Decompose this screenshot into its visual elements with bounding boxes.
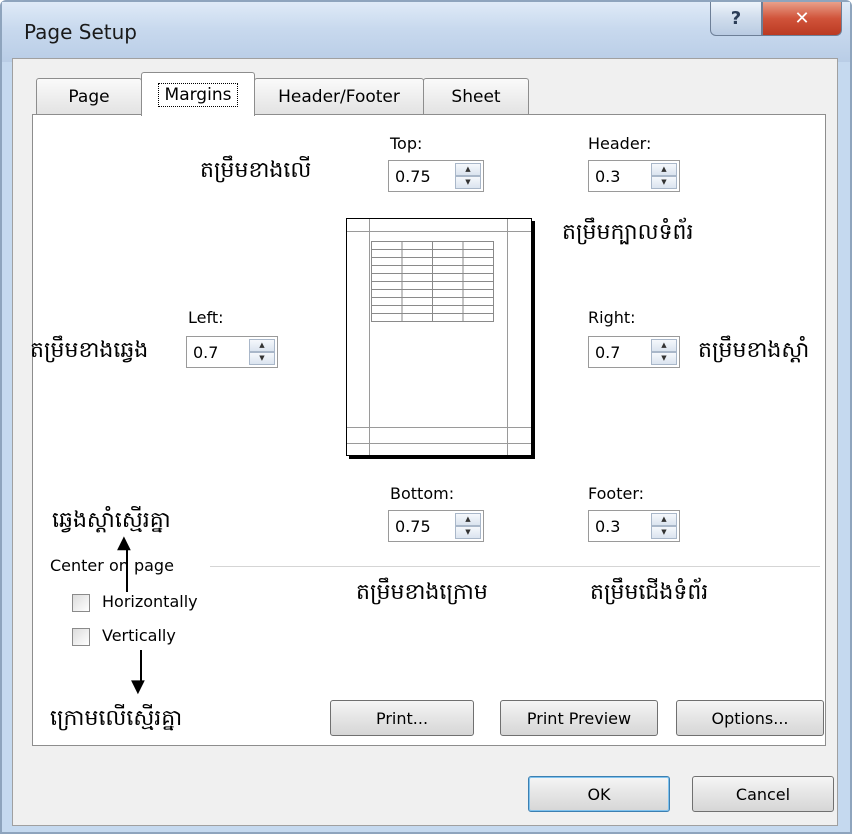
vertically-checkbox[interactable] [72, 628, 90, 646]
center-horizontal-annotation: ឆ្វេងស្តាំស្មើរគ្នា [52, 508, 171, 533]
spin-up-icon[interactable]: ▲ [455, 513, 481, 526]
horizontally-label[interactable]: Horizontally [102, 592, 198, 611]
spin-down-icon[interactable]: ▼ [651, 352, 677, 365]
spin-down-icon[interactable]: ▼ [455, 526, 481, 539]
spin-down-icon[interactable]: ▼ [651, 526, 677, 539]
header-label: Header: [588, 134, 652, 153]
right-margin-spinner[interactable]: 0.7 ▲ ▼ [588, 336, 680, 368]
options-button[interactable]: Options... [676, 700, 824, 736]
page-preview [346, 218, 532, 456]
ok-button-label: OK [587, 784, 611, 804]
right-annotation: តម្រឹមខាងស្តាំ [698, 338, 810, 363]
header-margin-spinner[interactable]: 0.3 ▲ ▼ [588, 160, 680, 192]
top-label: Top: [390, 134, 423, 153]
center-on-page-separator [210, 566, 820, 567]
spin-up-icon[interactable]: ▲ [651, 513, 677, 526]
margins-content: Top: តម្រឹមខាងលើ 0.75 ▲ ▼ Header: 0.3 ▲ ▼ … [0, 0, 856, 838]
bottom-label: Bottom: [390, 484, 455, 503]
spin-up-icon[interactable]: ▲ [455, 163, 481, 176]
left-margin-value: 0.7 [193, 343, 219, 362]
header-margin-value: 0.3 [595, 167, 621, 186]
spin-down-icon[interactable]: ▼ [651, 176, 677, 189]
footer-label: Footer: [588, 484, 645, 503]
vertically-label[interactable]: Vertically [102, 626, 176, 645]
header-annotation: តម្រឹមក្បាលទំព័រ [562, 220, 694, 245]
footer-margin-spinner[interactable]: 0.3 ▲ ▼ [588, 510, 680, 542]
print-button[interactable]: Print... [330, 700, 474, 736]
footer-annotation: តម្រឹមជើងទំព័រ [590, 580, 709, 605]
arrow-up-icon: ▲ [117, 532, 131, 553]
arrow-down-icon: ▼ [131, 676, 145, 697]
left-margin-spinner[interactable]: 0.7 ▲ ▼ [186, 336, 278, 368]
bottom-margin-spinner[interactable]: 0.75 ▲ ▼ [388, 510, 484, 542]
spin-up-icon[interactable]: ▲ [249, 339, 275, 352]
right-margin-value: 0.7 [595, 343, 621, 362]
horizontally-checkbox[interactable] [72, 594, 90, 612]
left-annotation: តម្រឹមខាងឆ្វេង [30, 338, 149, 363]
right-label: Right: [588, 308, 636, 327]
top-margin-spinner[interactable]: 0.75 ▲ ▼ [388, 160, 484, 192]
spin-down-icon[interactable]: ▼ [249, 352, 275, 365]
cancel-button[interactable]: Cancel [692, 776, 834, 812]
print-button-label: Print... [375, 708, 429, 728]
top-annotation: តម្រឹមខាងលើ [200, 158, 312, 183]
spin-up-icon[interactable]: ▲ [651, 163, 677, 176]
ok-button[interactable]: OK [528, 776, 670, 812]
center-on-page-label: Center on page [50, 556, 174, 575]
footer-margin-value: 0.3 [595, 517, 621, 536]
left-label: Left: [188, 308, 224, 327]
print-preview-button[interactable]: Print Preview [500, 700, 658, 736]
top-margin-value: 0.75 [395, 167, 431, 186]
spin-up-icon[interactable]: ▲ [651, 339, 677, 352]
options-button-label: Options... [711, 708, 789, 728]
cancel-button-label: Cancel [735, 784, 791, 804]
spin-down-icon[interactable]: ▼ [455, 176, 481, 189]
bottom-margin-value: 0.75 [395, 517, 431, 536]
print-preview-button-label: Print Preview [526, 708, 632, 728]
preview-cell-grid [371, 241, 494, 322]
bottom-annotation: តម្រឹមខាងក្រោម [356, 580, 488, 605]
center-vertical-annotation: ក្រោមលើស្មើរគ្នា [50, 706, 183, 731]
